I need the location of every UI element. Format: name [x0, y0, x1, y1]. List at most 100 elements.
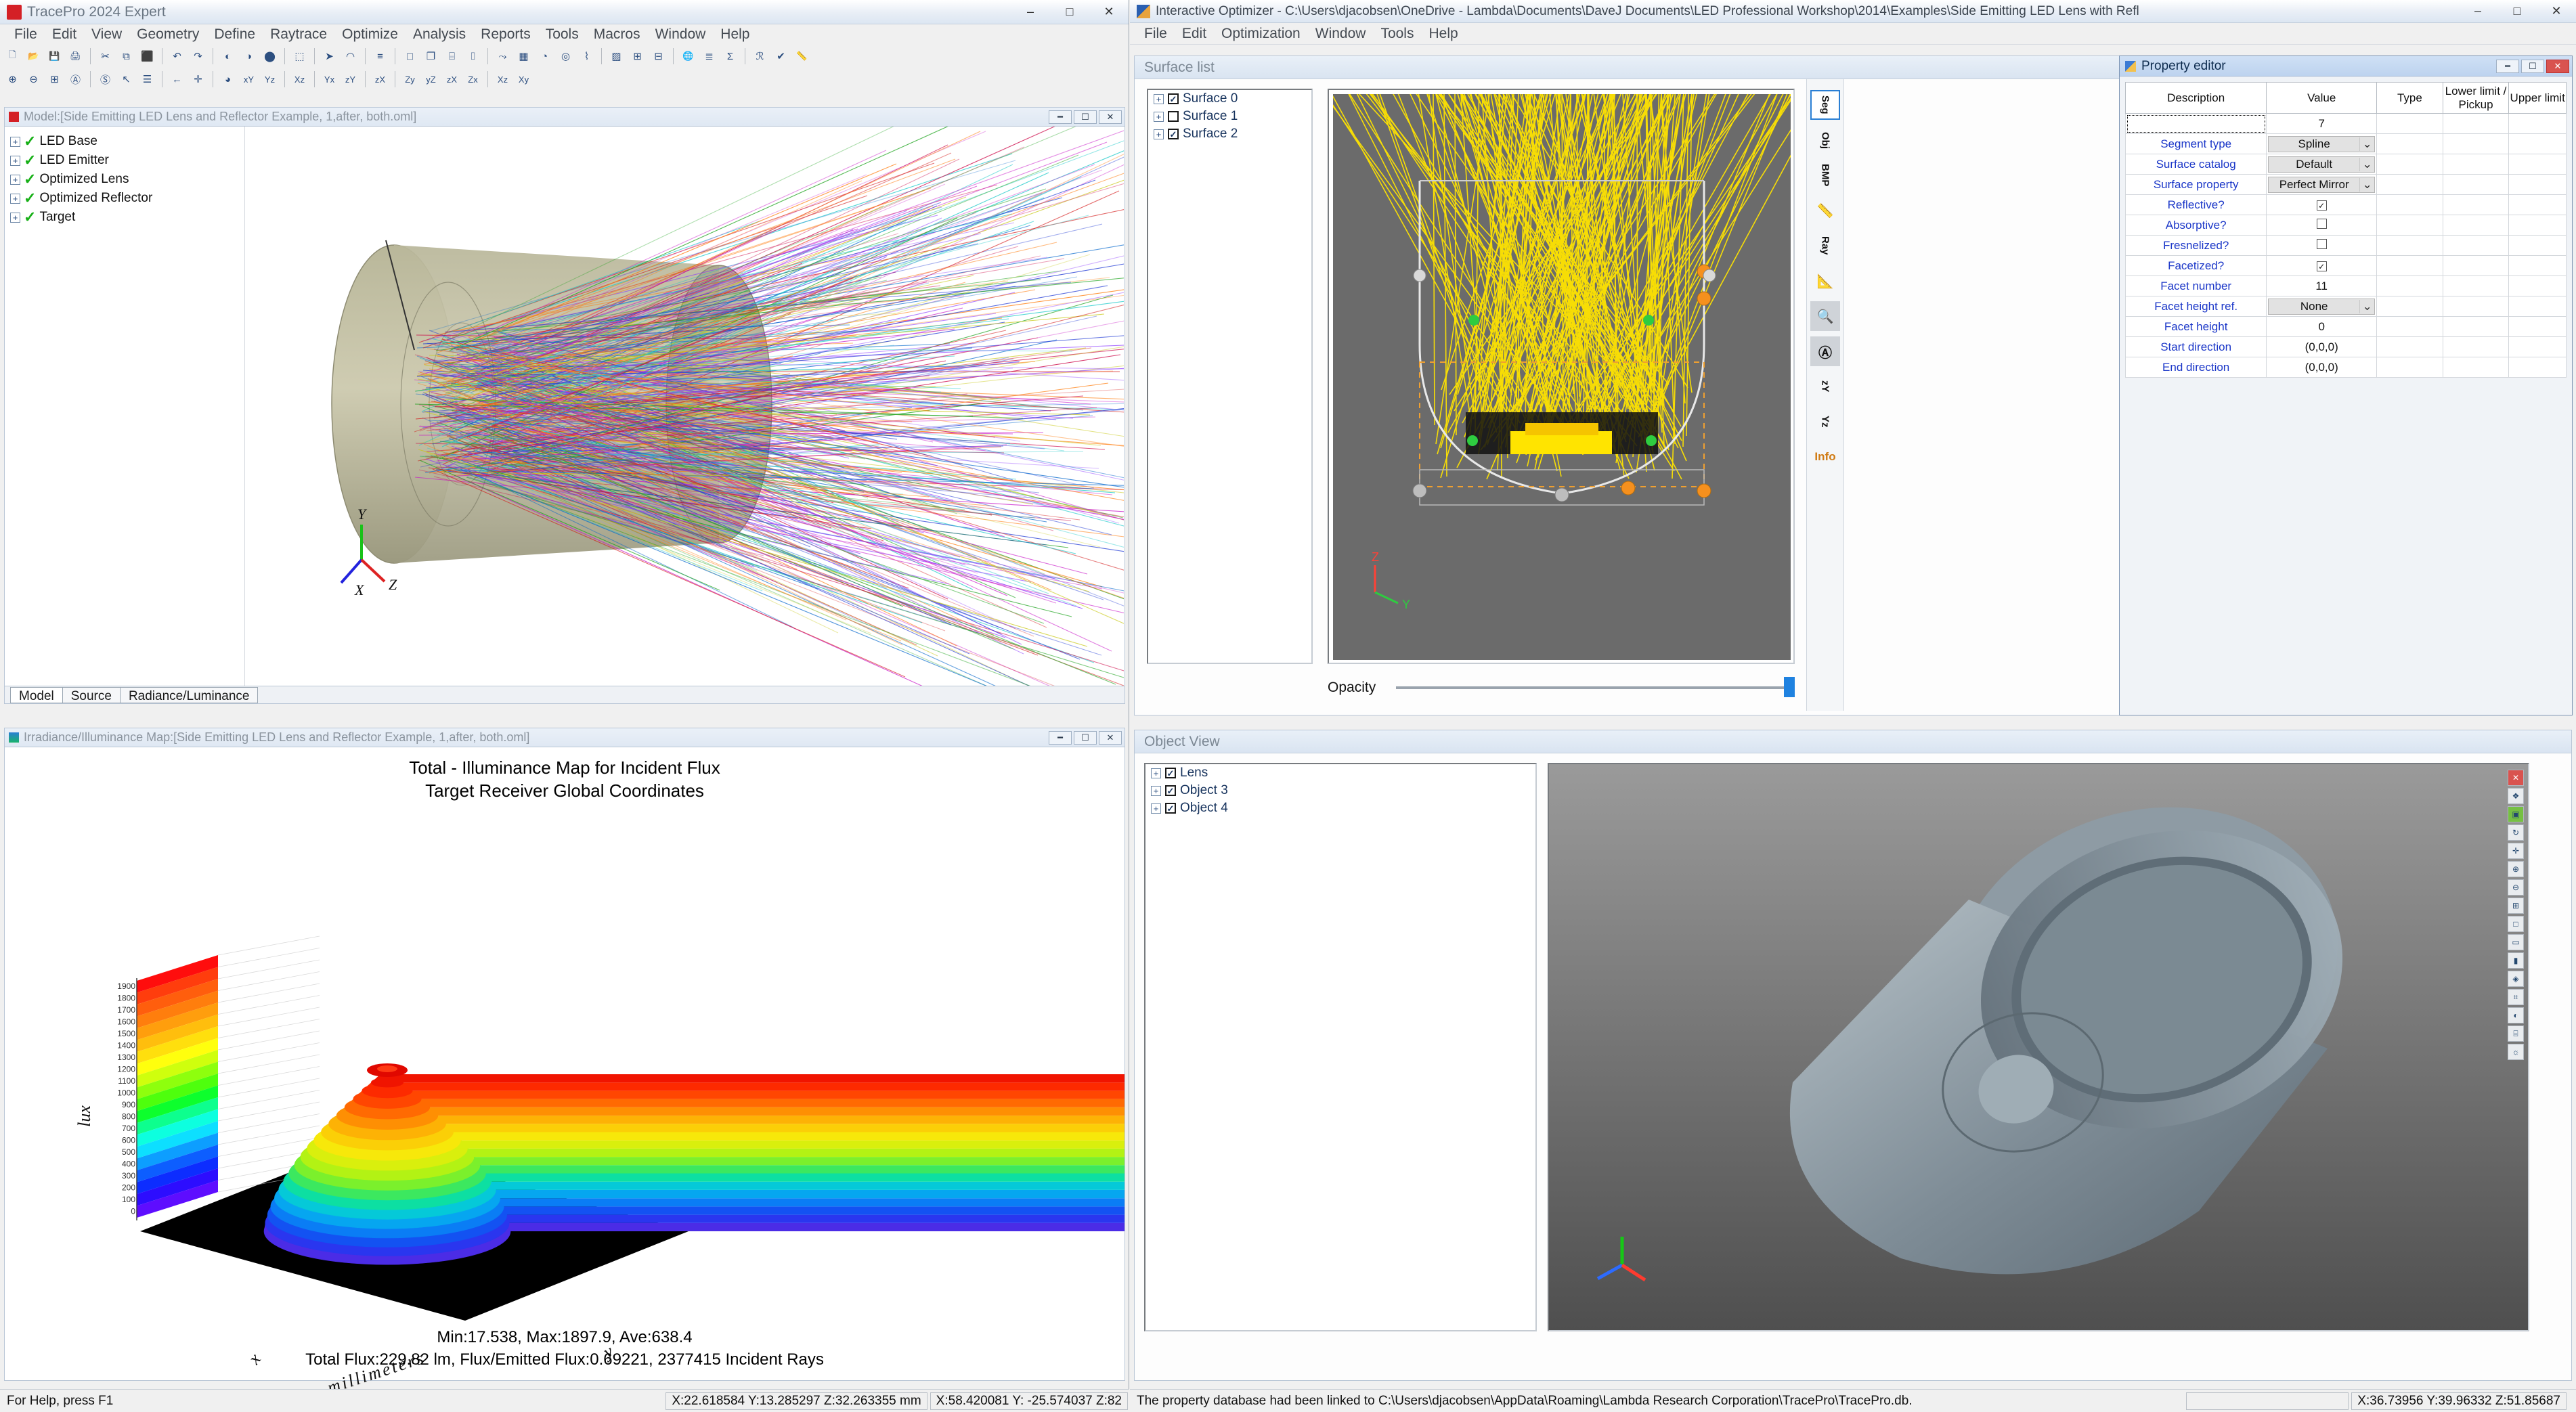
property-row-value[interactable]: 7: [2267, 114, 2377, 134]
property-row[interactable]: ID7: [2126, 114, 2567, 134]
property-row-lower-limit[interactable]: [2443, 357, 2509, 378]
property-row-type[interactable]: [2377, 154, 2443, 175]
chevron-down-icon[interactable]: ⌄: [2359, 178, 2374, 192]
properties-list-icon[interactable]: ≡: [370, 47, 390, 66]
property-row-upper-limit[interactable]: [2509, 337, 2567, 357]
rotate-icon[interactable]: ◕: [218, 70, 238, 89]
view-side-icon[interactable]: ▮: [2508, 952, 2524, 969]
window-tile-horizontal-icon[interactable]: ⌸: [442, 47, 462, 66]
minimize-button[interactable]: –: [1011, 0, 1050, 26]
property-row-description[interactable]: End direction: [2126, 357, 2267, 378]
property-row-description[interactable]: Fresnelized?: [2126, 236, 2267, 256]
property-row-lower-limit[interactable]: [2443, 175, 2509, 195]
property-row-description[interactable]: Facet number: [2126, 276, 2267, 296]
property-row-type[interactable]: [2377, 296, 2443, 317]
select-arrow-icon[interactable]: ➤: [320, 47, 339, 66]
property-row-upper-limit[interactable]: [2509, 215, 2567, 236]
window-single-icon[interactable]: □: [400, 47, 420, 66]
property-row-value[interactable]: [2267, 215, 2377, 236]
print-icon[interactable]: 🖨: [66, 47, 85, 66]
property-row-value[interactable]: 0: [2267, 317, 2377, 337]
model-tree-item[interactable]: +✓Target: [10, 208, 244, 227]
optimizer-minimize-button[interactable]: –: [2458, 0, 2497, 25]
optimizer-menu-item-file[interactable]: File: [1137, 24, 1175, 44]
copy-icon[interactable]: ⧉: [116, 47, 136, 66]
property-row-upper-limit[interactable]: [2509, 175, 2567, 195]
property-column-header[interactable]: Lower limit /Pickup: [2443, 83, 2509, 114]
close-button[interactable]: ✕: [1089, 0, 1129, 26]
property-row-value[interactable]: (0,0,0): [2267, 337, 2377, 357]
property-table[interactable]: DescriptionValueTypeLower limit /PickupU…: [2125, 82, 2567, 378]
audit-icon[interactable]: ≣: [699, 47, 719, 66]
property-row[interactable]: Surface propertyPerfect Mirror⌄: [2126, 175, 2567, 195]
model-tree-item[interactable]: +✓Optimized Lens: [10, 170, 244, 189]
property-row-type[interactable]: [2377, 236, 2443, 256]
property-row-description[interactable]: ID: [2126, 114, 2267, 134]
checkbox[interactable]: [1165, 785, 1176, 796]
property-row-lower-limit[interactable]: [2443, 256, 2509, 276]
property-row-description[interactable]: Reflective?: [2126, 195, 2267, 215]
model-tree-item[interactable]: +✓LED Emitter: [10, 151, 244, 170]
view-xz-icon[interactable]: Xz: [290, 70, 309, 89]
property-row-lower-limit[interactable]: [2443, 134, 2509, 154]
property-checkbox[interactable]: [2317, 239, 2327, 249]
property-row-type[interactable]: [2377, 357, 2443, 378]
zoom-fit-icon[interactable]: ⊞: [2508, 898, 2524, 914]
ray-tab[interactable]: Ray: [1810, 231, 1840, 261]
checkbox[interactable]: [1168, 111, 1179, 122]
property-row-value[interactable]: 11: [2267, 276, 2377, 296]
close-icon[interactable]: ✕: [2508, 770, 2524, 786]
menu-item-view[interactable]: View: [84, 24, 129, 45]
zoom-out-icon[interactable]: ⊖: [24, 70, 43, 89]
grid-icon[interactable]: ⌸: [2508, 1025, 2524, 1042]
undo-icon[interactable]: ↶: [167, 47, 187, 66]
flux-report-icon[interactable]: Σ: [720, 47, 740, 66]
property-editor-close-button[interactable]: ✕: [2546, 60, 2569, 73]
chevron-down-icon[interactable]: ⌄: [2359, 137, 2374, 151]
view-zx-icon[interactable]: zX: [370, 70, 390, 89]
irradiance-maximize-button[interactable]: ☐: [1074, 731, 1097, 745]
snapshot-icon[interactable]: ▣: [2508, 806, 2524, 822]
expand-icon[interactable]: +: [1151, 768, 1161, 778]
globe-icon[interactable]: 🌐: [678, 47, 698, 66]
expand-icon[interactable]: +: [1154, 94, 1164, 104]
view-yzb-icon[interactable]: yZ: [421, 70, 441, 89]
property-row-lower-limit[interactable]: [2443, 296, 2509, 317]
window-tile-vertical-icon[interactable]: ⌷: [463, 47, 483, 66]
zoom-window-icon[interactable]: 🔍: [1810, 301, 1840, 331]
surface-list-item[interactable]: +Surface 0: [1148, 90, 1311, 108]
menu-item-define[interactable]: Define: [206, 24, 263, 45]
view-yz-icon[interactable]: Yz: [1810, 407, 1840, 437]
property-row[interactable]: End direction(0,0,0): [2126, 357, 2567, 378]
bounding-box-icon[interactable]: ⬚: [290, 47, 309, 66]
view-yx-icon[interactable]: Yx: [320, 70, 339, 89]
model-minimize-button[interactable]: ━: [1049, 110, 1072, 124]
menu-item-window[interactable]: Window: [648, 24, 714, 45]
property-row-lower-limit[interactable]: [2443, 317, 2509, 337]
raytrace-icon[interactable]: ⤳: [493, 47, 512, 66]
wireframe-icon[interactable]: ⌗: [2508, 989, 2524, 1005]
view-top-icon[interactable]: ▭: [2508, 934, 2524, 950]
chevron-down-icon[interactable]: ⌄: [2359, 300, 2374, 313]
property-row[interactable]: Surface catalogDefault⌄: [2126, 154, 2567, 175]
menu-item-reports[interactable]: Reports: [473, 24, 538, 45]
property-row-description[interactable]: Absorptive?: [2126, 215, 2267, 236]
property-row-value[interactable]: [2267, 236, 2377, 256]
paste-icon[interactable]: ⬛: [137, 47, 157, 66]
profile-plot-icon[interactable]: ⌇: [577, 47, 596, 66]
property-row-lower-limit[interactable]: [2443, 114, 2509, 134]
menu-item-edit[interactable]: Edit: [45, 24, 84, 45]
irradiance-map-icon[interactable]: ▦: [514, 47, 533, 66]
irradiance-minimize-button[interactable]: ━: [1049, 731, 1072, 745]
property-row-value[interactable]: ✓: [2267, 256, 2377, 276]
zoom-in-icon[interactable]: ⊕: [3, 70, 22, 89]
redo-icon[interactable]: ↷: [188, 47, 208, 66]
zoom-out-icon[interactable]: ⊖: [2508, 879, 2524, 896]
checkbox[interactable]: [1168, 129, 1179, 139]
object-view-item[interactable]: +Object 3: [1145, 782, 1535, 799]
model-tree[interactable]: +✓LED Base+✓LED Emitter+✓Optimized Lens+…: [5, 127, 245, 686]
photorealistic-icon[interactable]: ▨: [607, 47, 626, 66]
property-row-upper-limit[interactable]: [2509, 276, 2567, 296]
menu-item-file[interactable]: File: [7, 24, 45, 45]
polar-plot-icon[interactable]: ◎: [556, 47, 575, 66]
